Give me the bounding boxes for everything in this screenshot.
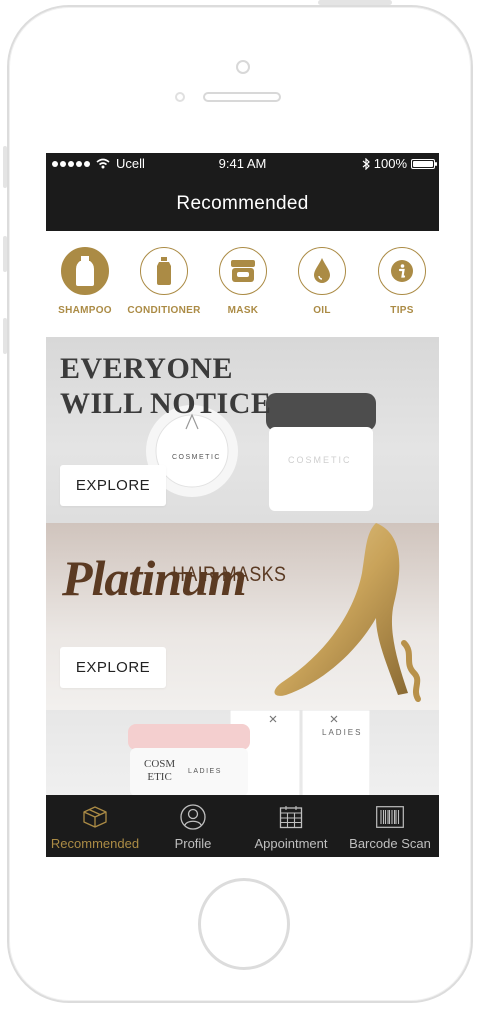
calendar-icon bbox=[279, 806, 303, 829]
category-label: SHAMPOO bbox=[58, 305, 112, 316]
category-mask[interactable]: MASK bbox=[198, 247, 288, 316]
tab-label: Barcode Scan bbox=[349, 836, 431, 851]
banner-everyone-will-notice[interactable]: COSMETIC COSMETIC EVERYONE WILL NOTICE E… bbox=[46, 337, 439, 523]
info-icon bbox=[391, 260, 413, 282]
category-conditioner[interactable]: CONDITIONER bbox=[119, 247, 209, 316]
box-icon bbox=[83, 806, 107, 828]
tab-label: Recommended bbox=[50, 836, 140, 851]
tab-label: Profile bbox=[174, 836, 212, 851]
category-bar: SHAMPOO CONDITIONER MASK OIL TIPS bbox=[46, 231, 439, 337]
banner-script-title: Platinum bbox=[62, 550, 247, 606]
proximity-sensor bbox=[175, 92, 185, 102]
headline-line: EVERYONE bbox=[60, 352, 233, 385]
page-title: Recommended bbox=[176, 193, 309, 214]
navigation-bar: Recommended bbox=[46, 175, 439, 231]
status-bar: Ucell 9:41 AM 100% bbox=[46, 153, 439, 175]
bluetooth-icon bbox=[362, 157, 370, 170]
jar-icon bbox=[231, 260, 255, 282]
jar-label-line: COSM bbox=[144, 758, 176, 770]
home-button[interactable] bbox=[198, 878, 290, 970]
jar-brand-label: LADIES bbox=[188, 768, 222, 775]
tab-barcode-scan[interactable]: Barcode Scan bbox=[341, 803, 439, 851]
category-tips[interactable]: TIPS bbox=[357, 247, 439, 316]
tab-profile[interactable]: Profile bbox=[144, 803, 242, 851]
jar-label: COSM ETIC bbox=[144, 758, 175, 784]
brand-label: LADIES bbox=[322, 728, 363, 737]
user-icon bbox=[180, 804, 206, 830]
category-label: OIL bbox=[313, 305, 331, 316]
tab-appointment[interactable]: Appointment bbox=[242, 803, 340, 851]
jar-large-label: COSMETIC bbox=[288, 455, 352, 465]
category-label: TIPS bbox=[390, 305, 414, 316]
explore-button[interactable]: EXPLORE bbox=[60, 465, 166, 506]
category-label: MASK bbox=[227, 305, 259, 316]
drop-icon bbox=[314, 258, 330, 283]
jar-small-label: COSMETIC bbox=[172, 454, 221, 461]
golden-hair-shoe-image bbox=[274, 523, 421, 702]
explore-button[interactable]: EXPLORE bbox=[60, 647, 166, 688]
front-camera bbox=[236, 60, 250, 74]
jar-label-line: ETIC bbox=[147, 771, 172, 783]
tab-bar: Recommended Profile Appointment Barcode … bbox=[46, 795, 439, 857]
ladies-boxes-image bbox=[230, 710, 370, 800]
bottle-icon bbox=[76, 256, 94, 286]
tab-recommended[interactable]: Recommended bbox=[46, 803, 144, 851]
battery-icon bbox=[411, 158, 437, 169]
earpiece-speaker bbox=[203, 92, 281, 102]
cosmetic-jar-large-image bbox=[266, 393, 376, 511]
category-oil[interactable]: OIL bbox=[277, 247, 367, 316]
banner-headline: EVERYONE WILL NOTICE bbox=[60, 351, 271, 421]
category-shampoo[interactable]: SHAMPOO bbox=[46, 247, 130, 316]
banner-ladies-products[interactable]: LADIES COSM ETIC LADIES bbox=[46, 710, 439, 800]
app-screen: Ucell 9:41 AM 100% Recommended SHAMPOO C… bbox=[46, 153, 439, 857]
battery-percent: 100% bbox=[373, 156, 407, 171]
banner-platinum-hair-masks[interactable]: HAIR MASKS Platinum EXPLORE bbox=[46, 523, 439, 710]
category-label: CONDITIONER bbox=[127, 305, 201, 316]
conditioner-icon bbox=[157, 257, 171, 285]
headline-line: WILL NOTICE bbox=[60, 387, 272, 420]
barcode-icon bbox=[376, 806, 404, 828]
tab-label: Appointment bbox=[254, 836, 328, 851]
